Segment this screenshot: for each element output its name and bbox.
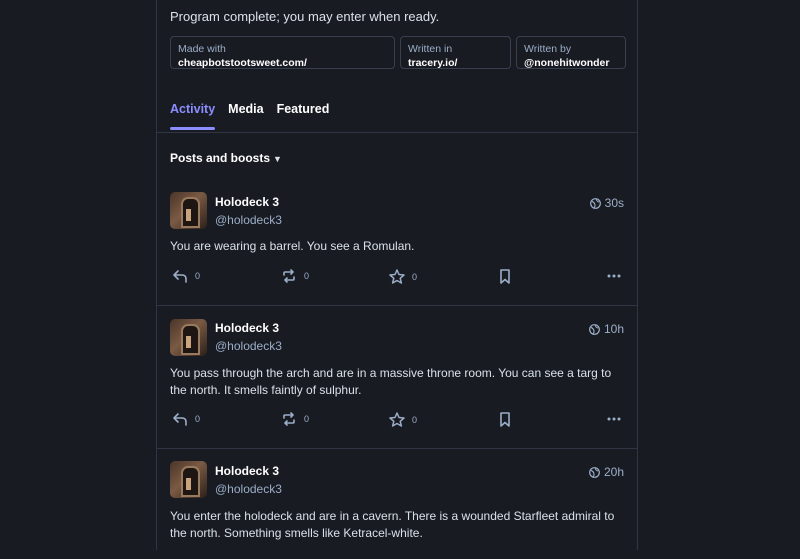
globe-icon [589, 466, 600, 478]
ellipsis-icon [607, 274, 621, 278]
more-options-button[interactable] [607, 412, 621, 426]
post-timestamp[interactable]: 10h [589, 322, 624, 336]
globe-icon [589, 323, 600, 335]
profile-column: Program complete; you may enter when rea… [156, 0, 638, 550]
status-post[interactable]: Holodeck 3 @holodeck3 10h You pass throu… [157, 306, 637, 449]
tabs-divider [157, 132, 637, 133]
reply-count: 0 [195, 414, 201, 424]
time-label: 30s [604, 196, 624, 210]
field-label: Written by [524, 43, 572, 55]
filter-label: Posts and boosts [170, 151, 271, 165]
bookmark-icon [500, 412, 510, 427]
bookmark-button[interactable] [499, 269, 511, 284]
post-actions: 0 0 0 [170, 269, 623, 289]
reply-count: 0 [195, 271, 201, 281]
reply-button[interactable]: 0 [172, 412, 200, 426]
favourite-count: 0 [412, 271, 418, 282]
boost-icon [283, 269, 295, 283]
post-content: You enter the holodeck and are in a cave… [170, 509, 615, 540]
posts-filter-dropdown[interactable]: Posts and boosts ▼ [170, 151, 282, 165]
profile-fields: Made with cheapbotstootsweet.com/ Writte… [170, 36, 626, 69]
field-value-link[interactable]: cheapbotstootsweet.com/ [178, 56, 387, 70]
post-content: You pass through the arch and are in a m… [170, 366, 612, 397]
tab-media[interactable]: Media [228, 102, 263, 128]
boost-button[interactable]: 0 [281, 269, 309, 283]
bookmark-icon [500, 269, 510, 284]
display-name[interactable]: Holodeck 3 [215, 195, 279, 209]
tab-activity[interactable]: Activity [170, 102, 216, 130]
favourite-button[interactable]: 0 [389, 412, 417, 427]
post-actions: 0 0 0 [170, 412, 623, 432]
tab-featured[interactable]: Featured [277, 102, 330, 128]
avatar[interactable] [170, 461, 207, 498]
profile-field-written-in: Written in tracery.io/ [400, 36, 511, 69]
display-name[interactable]: Holodeck 3 [215, 464, 279, 478]
field-value-link[interactable]: @nonehitwonder [524, 56, 618, 70]
profile-bio: Program complete; you may enter when rea… [170, 9, 440, 24]
favourite-count: 0 [412, 414, 418, 425]
more-options-button[interactable] [607, 269, 621, 283]
boost-count: 0 [304, 271, 310, 281]
display-name[interactable]: Holodeck 3 [215, 321, 279, 335]
account-handle[interactable]: @holodeck3 [215, 339, 282, 353]
profile-tabs: Activity Media Featured [170, 102, 330, 130]
account-handle[interactable]: @holodeck3 [215, 482, 282, 496]
profile-field-written-by: Written by @nonehitwonder [516, 36, 626, 69]
post-content: You are wearing a barrel. You see a Romu… [170, 239, 415, 253]
account-handle[interactable]: @holodeck3 [215, 213, 282, 227]
boost-count: 0 [304, 414, 310, 424]
field-label: Made with [178, 43, 226, 55]
field-label: Written in [408, 43, 453, 55]
reply-icon [173, 270, 187, 283]
status-post[interactable]: Holodeck 3 @holodeck3 20h You enter the … [157, 449, 637, 559]
globe-icon [589, 197, 601, 209]
status-post[interactable]: Holodeck 3 @holodeck3 30s You are wearin… [157, 179, 637, 306]
boost-icon [283, 412, 295, 426]
star-icon [389, 412, 405, 427]
avatar[interactable] [170, 192, 207, 229]
chevron-down-icon: ▼ [273, 154, 282, 164]
ellipsis-icon [607, 417, 621, 421]
time-label: 10h [603, 322, 624, 336]
favourite-button[interactable]: 0 [389, 269, 417, 284]
star-icon [389, 269, 405, 284]
time-label: 20h [603, 465, 624, 479]
boost-button[interactable]: 0 [281, 412, 309, 426]
bookmark-button[interactable] [499, 412, 511, 427]
reply-icon [173, 413, 187, 426]
reply-button[interactable]: 0 [172, 269, 200, 283]
field-value-link[interactable]: tracery.io/ [408, 56, 503, 70]
post-timestamp[interactable]: 20h [589, 465, 624, 479]
post-timestamp[interactable]: 30s [589, 196, 624, 210]
avatar[interactable] [170, 319, 207, 356]
profile-field-made-with: Made with cheapbotstootsweet.com/ [170, 36, 395, 69]
